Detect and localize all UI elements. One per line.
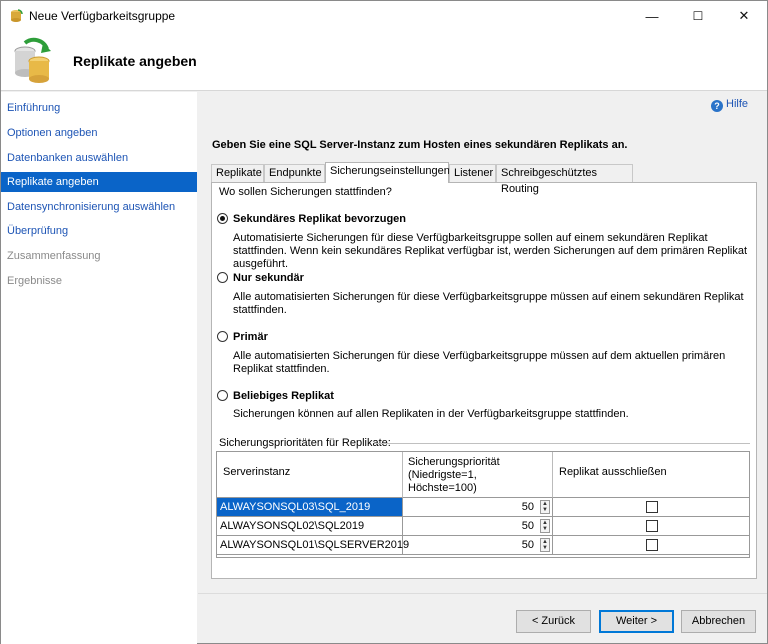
cancel-button[interactable]: Abbrechen	[681, 610, 756, 633]
option-description: Automatisierte Sicherungen für diese Ver…	[233, 232, 748, 270]
table-cell-server[interactable]: ALWAYSONSQL02\SQL2019	[217, 517, 403, 536]
database-replica-icon	[14, 37, 51, 83]
minimize-button[interactable]: —	[629, 1, 675, 31]
column-header-priority[interactable]: Sicherungspriorität (Niedrigste=1, Höchs…	[403, 452, 553, 498]
help-link[interactable]: ? Hilfe	[711, 98, 748, 112]
priority-value: 50	[521, 520, 534, 532]
priorities-label: Sicherungsprioritäten für Replikate:	[219, 437, 391, 449]
sidebar-item-ueberpruefung[interactable]: Überprüfung	[1, 221, 197, 241]
option-description: Sicherungen können auf allen Replikaten …	[233, 408, 629, 420]
priorities-divider	[376, 443, 750, 444]
tab-replikate[interactable]: Replikate	[211, 164, 264, 182]
table-cell-server[interactable]: ALWAYSONSQL01\SQLSERVER2019	[217, 536, 409, 555]
sidebar-item-einfuehrung[interactable]: Einführung	[1, 98, 197, 118]
exclude-checkbox[interactable]	[646, 501, 658, 513]
radio-nur-sekundaer[interactable]	[217, 272, 228, 283]
exclude-checkbox[interactable]	[646, 520, 658, 532]
help-icon: ?	[711, 100, 723, 112]
radio-sekundaer-bevorzugen[interactable]	[217, 213, 228, 224]
wizard-window: Neue Verfügbarkeitsgruppe — ☐ ✕ Replikat…	[0, 0, 768, 644]
option-label[interactable]: Primär	[233, 331, 268, 343]
exclude-checkbox[interactable]	[646, 539, 658, 551]
radio-beliebiges-replikat[interactable]	[217, 390, 228, 401]
radio-primaer[interactable]	[217, 331, 228, 342]
help-label: Hilfe	[726, 98, 749, 110]
maximize-button[interactable]: ☐	[675, 1, 721, 31]
page-title: Replikate angeben	[73, 53, 197, 69]
availability-group-app-icon	[11, 9, 23, 22]
sidebar-item-optionen[interactable]: Optionen angeben	[1, 123, 197, 143]
sidebar-item-zusammenfassung: Zusammenfassung	[7, 250, 101, 262]
tab-listener[interactable]: Listener	[449, 164, 496, 182]
table-cell-exclude	[553, 517, 749, 536]
column-header-exclude[interactable]: Replikat ausschließen	[553, 452, 749, 498]
option-label[interactable]: Sekundäres Replikat bevorzugen	[233, 213, 406, 225]
close-button[interactable]: ✕	[721, 1, 767, 31]
window-title: Neue Verfügbarkeitsgruppe	[29, 9, 176, 23]
priority-stepper[interactable]: 50 ▲ ▼	[403, 498, 553, 517]
priority-stepper[interactable]: 50 ▲ ▼	[403, 536, 553, 555]
wizard-sidebar: Einführung Optionen angeben Datenbanken …	[1, 92, 197, 644]
table-cell-exclude	[553, 536, 749, 555]
sidebar-item-datensynchronisierung[interactable]: Datensynchronisierung auswählen	[1, 197, 197, 217]
priorities-grid: Serverinstanz Sicherungspriorität (Niedr…	[216, 451, 750, 558]
spinner-arrows-icon[interactable]: ▲ ▼	[540, 519, 550, 533]
tab-sicherungseinstellungen[interactable]: Sicherungseinstellungen	[325, 162, 450, 183]
next-button[interactable]: Weiter >	[599, 610, 674, 633]
priority-stepper[interactable]: 50 ▲ ▼	[403, 517, 553, 536]
priority-value: 50	[521, 501, 534, 513]
backup-question: Wo sollen Sicherungen stattfinden?	[219, 186, 392, 198]
wizard-header: Replikate angeben	[1, 31, 767, 91]
table-cell-server[interactable]: ALWAYSONSQL03\SQL_2019	[217, 498, 403, 517]
column-header-serverinstanz[interactable]: Serverinstanz	[217, 452, 403, 498]
table-cell-exclude	[553, 498, 749, 517]
priority-value: 50	[521, 539, 534, 551]
sidebar-item-ergebnisse: Ergebnisse	[7, 275, 63, 287]
back-button[interactable]: < Zurück	[516, 610, 591, 633]
tab-schreibgeschuetztes-routing[interactable]: Schreibgeschütztes Routing	[496, 164, 633, 195]
sidebar-item-replikate[interactable]: Replikate angeben	[1, 172, 197, 192]
option-label[interactable]: Beliebiges Replikat	[233, 390, 334, 402]
footer-divider	[198, 593, 767, 594]
title-bar: Neue Verfügbarkeitsgruppe — ☐ ✕	[1, 1, 767, 31]
option-description: Alle automatisierten Sicherungen für die…	[233, 291, 744, 316]
spinner-arrows-icon[interactable]: ▲ ▼	[540, 500, 550, 514]
spinner-arrows-icon[interactable]: ▲ ▼	[540, 538, 550, 552]
instruction-text: Geben Sie eine SQL Server-Instanz zum Ho…	[212, 139, 628, 151]
tab-endpunkte[interactable]: Endpunkte	[264, 164, 325, 182]
option-description: Alle automatisierten Sicherungen für die…	[233, 350, 726, 375]
sidebar-item-datenbanken[interactable]: Datenbanken auswählen	[1, 148, 197, 168]
option-label[interactable]: Nur sekundär	[233, 272, 304, 284]
